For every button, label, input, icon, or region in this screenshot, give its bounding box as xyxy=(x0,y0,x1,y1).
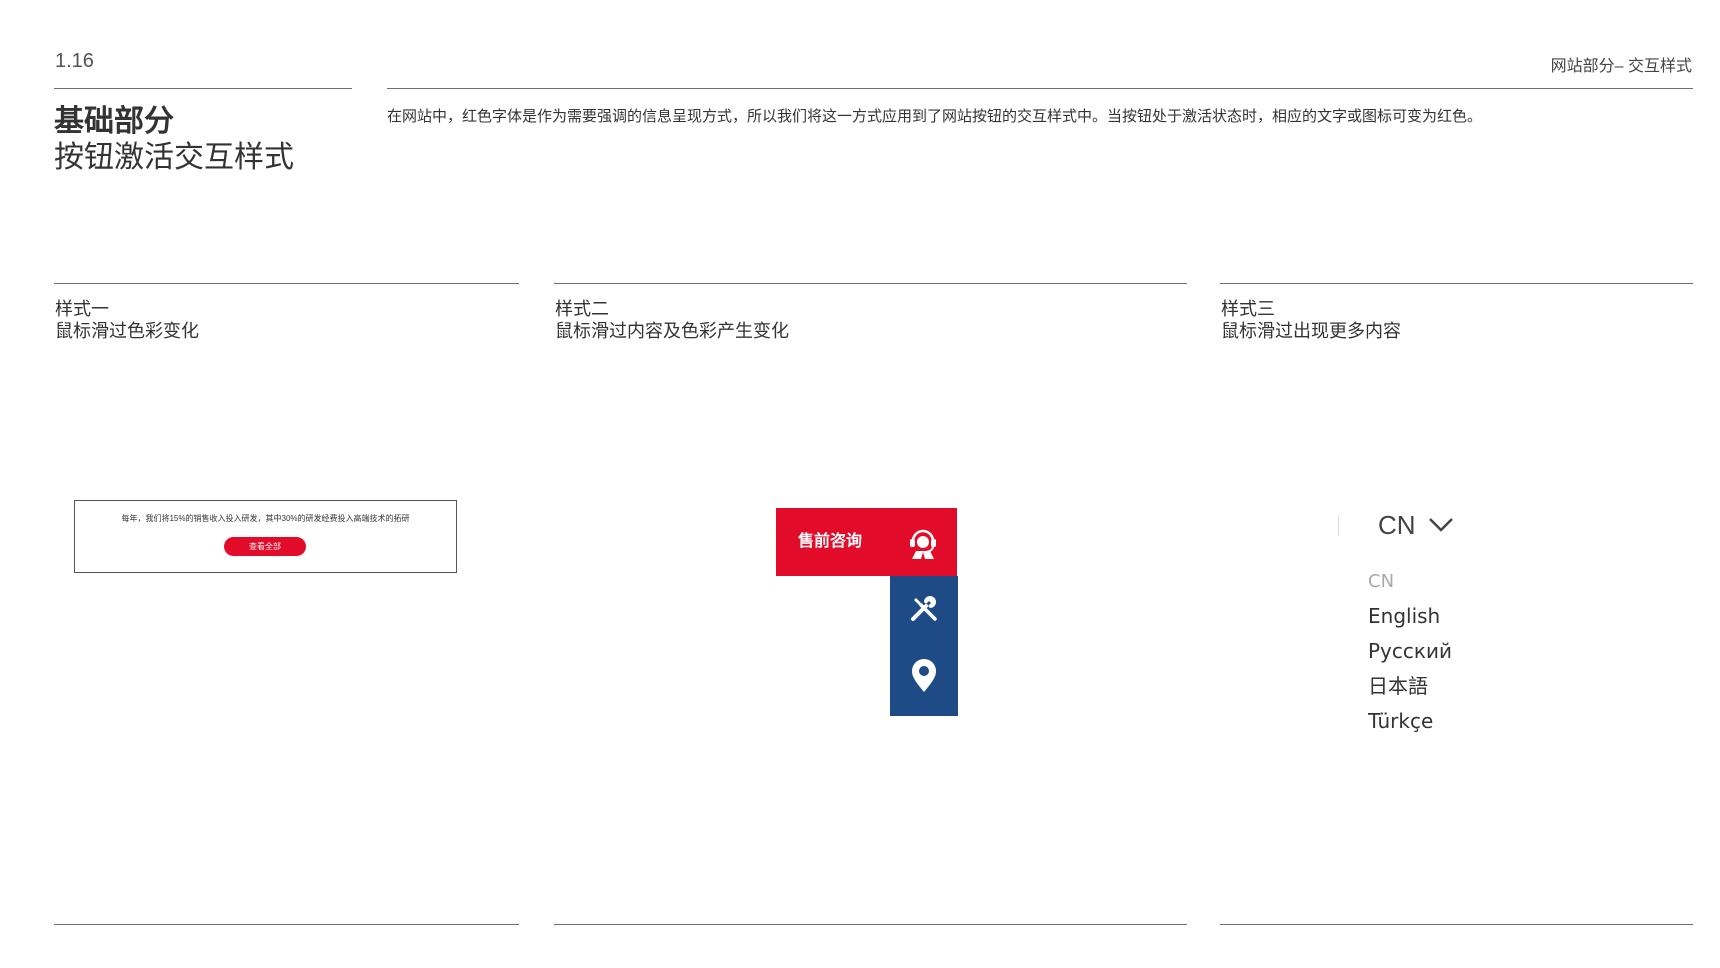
current-language[interactable]: CN xyxy=(1378,508,1416,542)
demo-card-text: 每年，我们将15%的销售收入投入研发，其中30%的研发经费投入高端技术的拓研 xyxy=(121,514,410,523)
column-1-heading: 样式一 鼠标滑过色彩变化 xyxy=(55,298,199,342)
page-subtitle: 按钮激活交互样式 xyxy=(54,141,294,174)
column-label: 样式三 xyxy=(1221,299,1275,319)
tools-icon[interactable] xyxy=(906,590,942,626)
language-option-russian[interactable]: Русский xyxy=(1368,634,1452,669)
column-3-heading: 样式三 鼠标滑过出现更多内容 xyxy=(1221,298,1401,342)
column-caption: 鼠标滑过内容及色彩产生变化 xyxy=(555,321,789,341)
language-option-turkish[interactable]: Türkçe xyxy=(1368,704,1452,739)
description: 在网站中，红色字体是作为需要强调的信息呈现方式，所以我们将这一方式应用到了网站按… xyxy=(387,108,1483,125)
divider xyxy=(54,924,519,925)
divider xyxy=(1220,283,1693,284)
column-label: 样式二 xyxy=(555,299,609,319)
side-toolbar xyxy=(890,576,958,716)
column-caption: 鼠标滑过色彩变化 xyxy=(55,321,199,341)
page-number: 1.16 xyxy=(55,50,94,72)
demo-hover-color-card: 每年，我们将15%的销售收入投入研发，其中30%的研发经费投入高端技术的拓研 查… xyxy=(74,500,457,573)
language-option-english[interactable]: English xyxy=(1368,599,1452,634)
column-caption: 鼠标滑过出现更多内容 xyxy=(1221,321,1401,341)
language-dropdown-menu: CN English Русский 日本語 Türkçe xyxy=(1368,564,1452,739)
divider xyxy=(1220,924,1693,925)
divider xyxy=(54,88,352,89)
divider xyxy=(554,283,1187,284)
divider xyxy=(554,924,1187,925)
customer-service-icon xyxy=(910,529,936,559)
divider xyxy=(54,283,519,284)
divider xyxy=(387,88,1693,89)
column-2-heading: 样式二 鼠标滑过内容及色彩产生变化 xyxy=(555,298,789,342)
page-title: 基础部分 xyxy=(54,105,174,138)
language-option-japanese[interactable]: 日本語 xyxy=(1368,669,1452,704)
location-pin-icon[interactable] xyxy=(908,658,940,694)
column-label: 样式一 xyxy=(55,299,109,319)
section-title: 网站部分– 交互样式 xyxy=(1550,58,1692,75)
language-option-cn[interactable]: CN xyxy=(1368,564,1452,599)
presale-consult-button[interactable]: 售前咨询 xyxy=(776,508,957,576)
view-all-button[interactable]: 查看全部 xyxy=(224,537,306,556)
presale-consult-label: 售前咨询 xyxy=(798,533,863,550)
chevron-down-icon[interactable] xyxy=(1428,516,1454,534)
divider xyxy=(1338,516,1339,536)
language-selector[interactable]: CN xyxy=(1338,508,1458,550)
